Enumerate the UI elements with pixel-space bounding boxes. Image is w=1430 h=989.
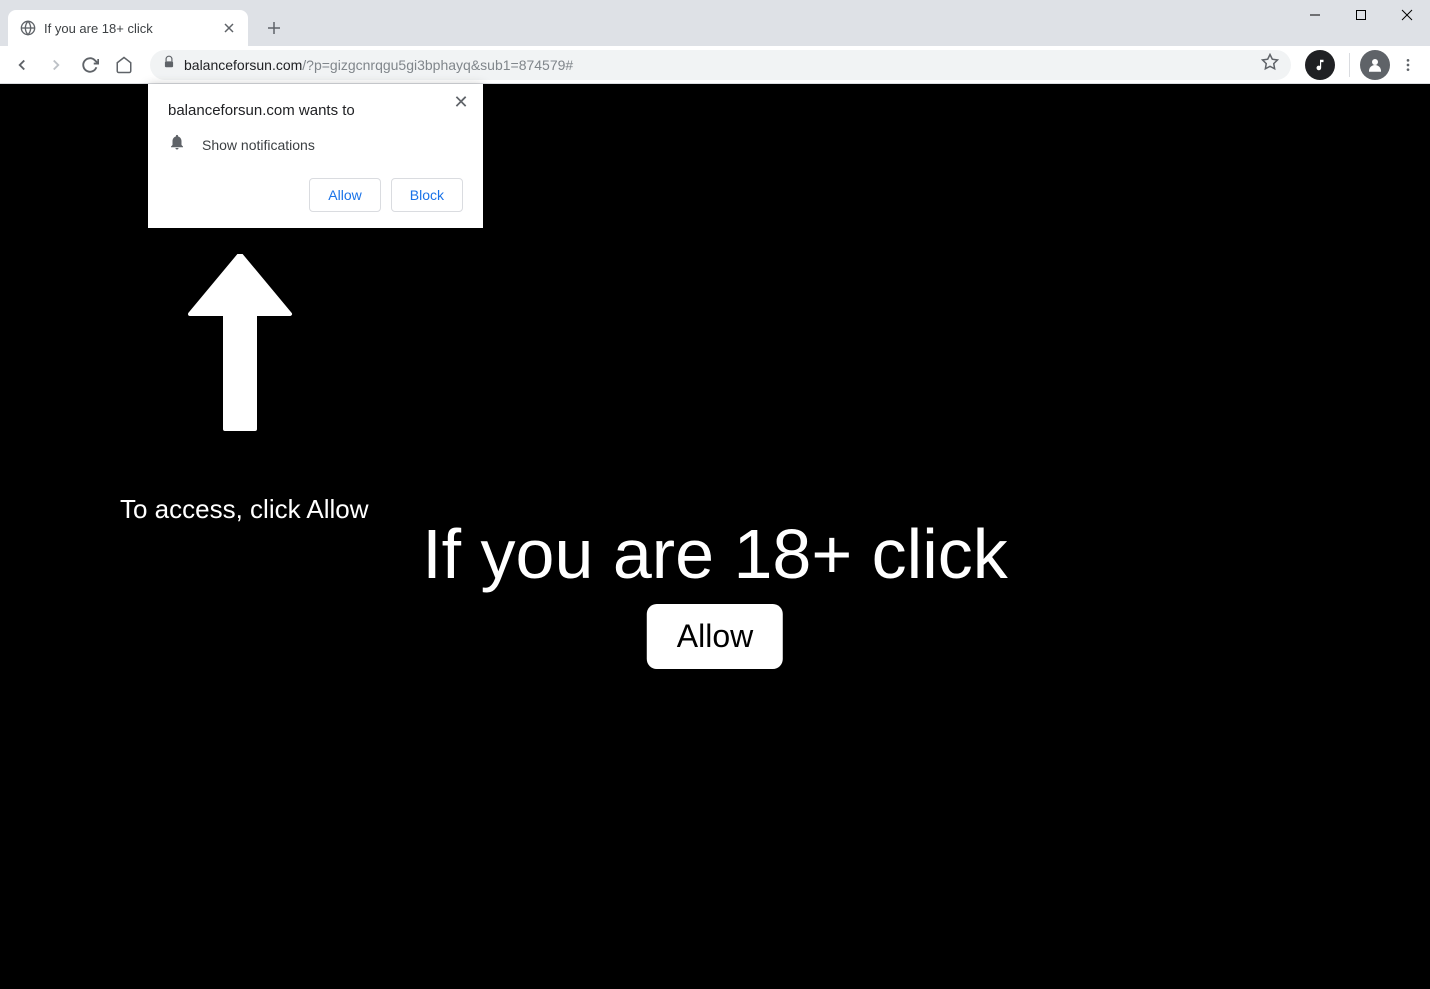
- forward-button[interactable]: [40, 49, 72, 81]
- lock-icon[interactable]: [162, 55, 176, 74]
- notification-permission-prompt: ✕ balanceforsun.com wants to Show notifi…: [148, 84, 483, 228]
- page-content: ✕ balanceforsun.com wants to Show notifi…: [0, 84, 1430, 989]
- address-bar[interactable]: balanceforsun.com/?p=gizgcnrqgu5gi3bphay…: [150, 50, 1291, 80]
- block-button[interactable]: Block: [391, 178, 463, 212]
- reload-button[interactable]: [74, 49, 106, 81]
- tab-title: If you are 18+ click: [44, 21, 220, 36]
- browser-title-bar: If you are 18+ click: [0, 0, 1430, 46]
- prompt-permission-label: Show notifications: [202, 137, 315, 153]
- browser-toolbar: balanceforsun.com/?p=gizgcnrqgu5gi3bphay…: [0, 46, 1430, 84]
- prompt-close-icon[interactable]: ✕: [451, 92, 471, 112]
- arrow-up-icon: [180, 254, 300, 439]
- window-controls: [1292, 0, 1430, 30]
- back-button[interactable]: [6, 49, 38, 81]
- prompt-origin-text: balanceforsun.com wants to: [168, 102, 463, 119]
- url-text: balanceforsun.com/?p=gizgcnrqgu5gi3bphay…: [184, 57, 1253, 73]
- extension-button[interactable]: [1305, 50, 1335, 80]
- kebab-menu-icon[interactable]: [1392, 49, 1424, 81]
- prompt-actions: Allow Block: [168, 178, 463, 212]
- page-allow-button[interactable]: Allow: [647, 604, 783, 669]
- allow-button[interactable]: Allow: [309, 178, 380, 212]
- minimize-button[interactable]: [1292, 0, 1338, 30]
- new-tab-button[interactable]: [260, 14, 288, 42]
- maximize-button[interactable]: [1338, 0, 1384, 30]
- globe-icon: [20, 20, 36, 36]
- browser-tab[interactable]: If you are 18+ click: [8, 10, 248, 46]
- close-window-button[interactable]: [1384, 0, 1430, 30]
- bookmark-star-icon[interactable]: [1261, 53, 1279, 76]
- bell-icon: [168, 133, 186, 156]
- profile-button[interactable]: [1360, 50, 1390, 80]
- tab-close-icon[interactable]: [220, 19, 238, 37]
- age-gate-heading: If you are 18+ click: [0, 514, 1430, 594]
- prompt-permission-row: Show notifications: [168, 133, 463, 156]
- toolbar-divider: [1349, 53, 1350, 77]
- home-button[interactable]: [108, 49, 140, 81]
